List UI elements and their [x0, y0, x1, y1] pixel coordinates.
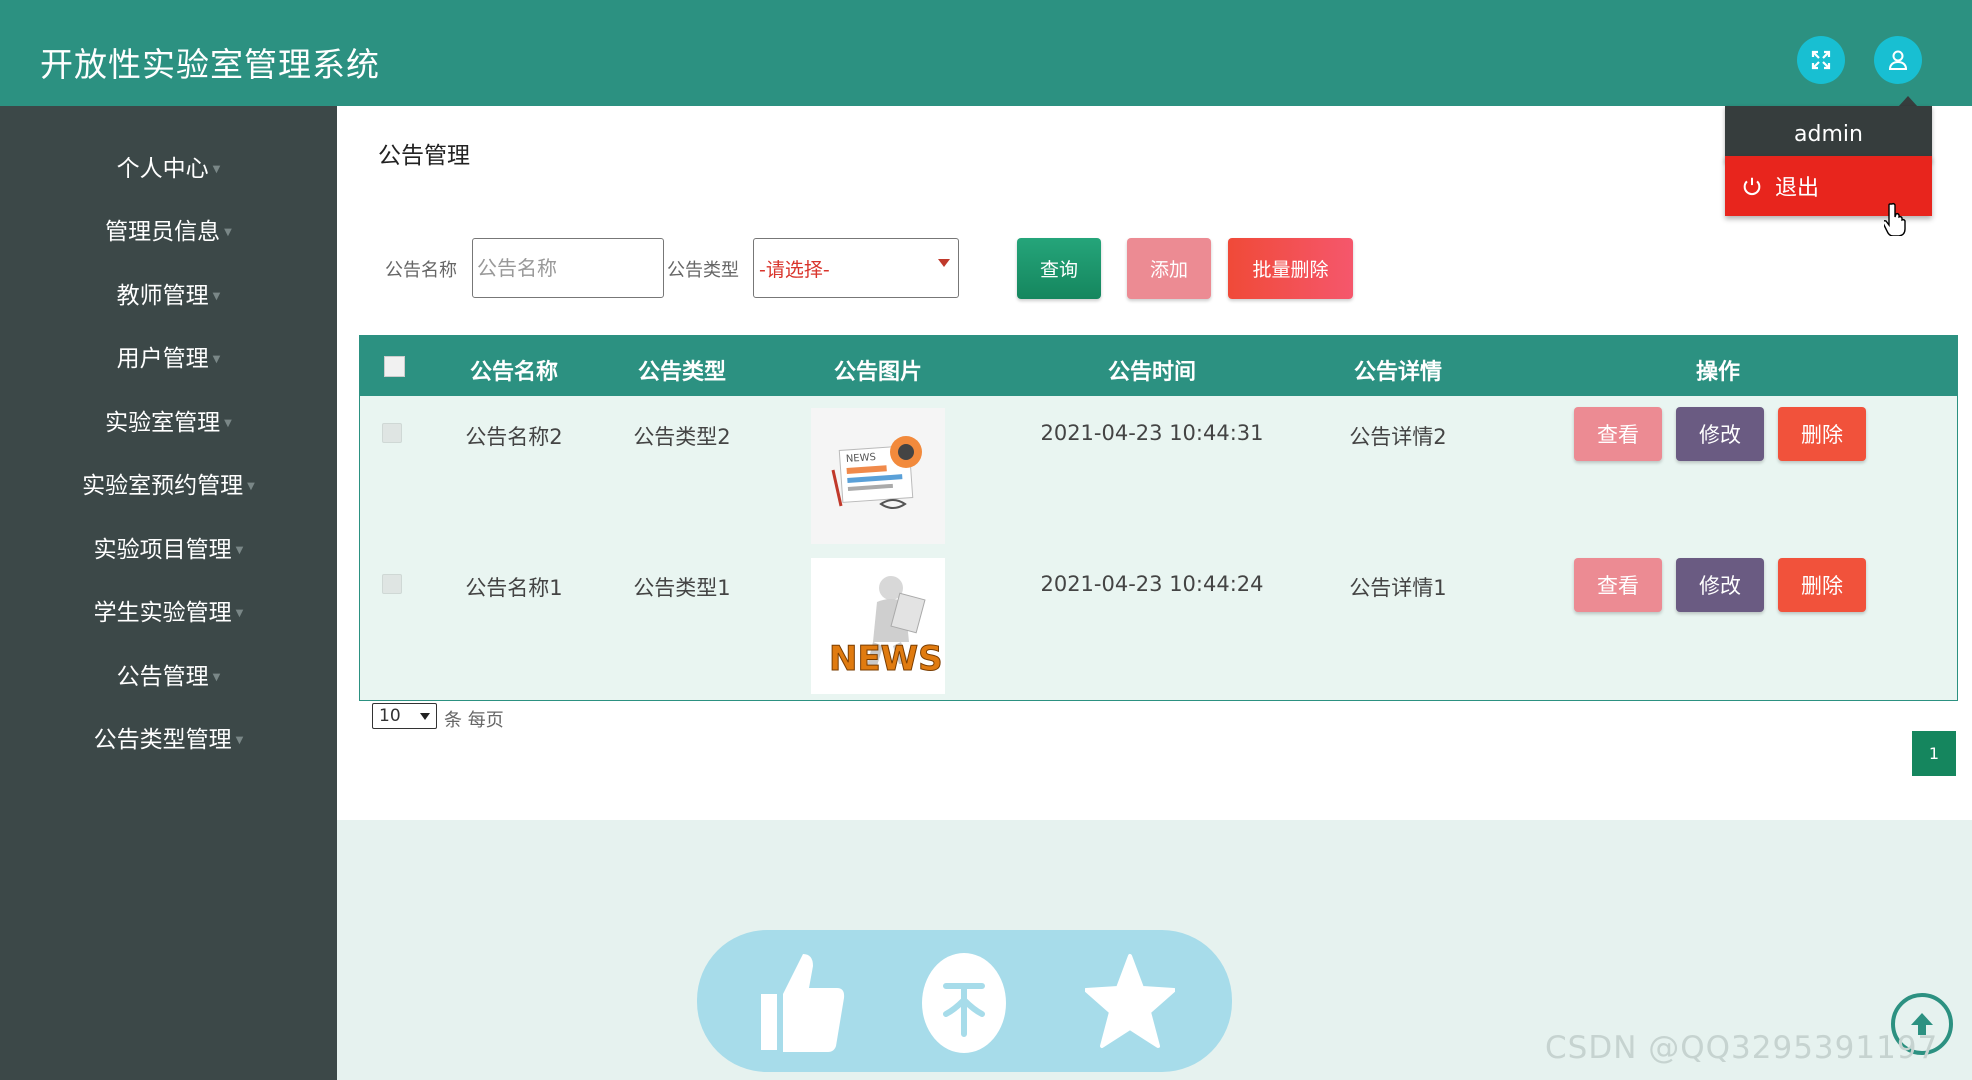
name-search-label: 公告名称: [385, 260, 457, 281]
sidebar-item-label: 公告类型管理: [93, 727, 232, 753]
favorite-button[interactable]: [1080, 948, 1180, 1058]
fullscreen-button[interactable]: [1797, 36, 1845, 84]
sidebar-item-label: 个人中心: [116, 156, 209, 182]
caret-down-icon: ▼: [212, 290, 221, 302]
column-header: 公告详情: [1353, 360, 1443, 385]
sidebar-item-admin-info[interactable]: 管理员信息 ▼: [0, 205, 337, 253]
cell-detail: 公告详情1: [1349, 576, 1447, 600]
column-header: 公告图片: [833, 360, 923, 385]
select-all-checkbox[interactable]: [384, 356, 405, 377]
svg-text:NEWS: NEWS: [829, 639, 943, 679]
power-icon: [1741, 175, 1763, 197]
top-header: 开放性实验室管理系统: [0, 0, 1972, 106]
edit-button[interactable]: 修改: [1676, 407, 1764, 461]
batch-delete-button[interactable]: 批量删除: [1228, 238, 1353, 299]
sidebar-item-label: 实验项目管理: [93, 537, 232, 563]
sidebar-item-label: 用户管理: [116, 346, 209, 372]
app-title: 开放性实验室管理系统: [40, 45, 380, 84]
thumbs-up-button[interactable]: [750, 948, 850, 1058]
news-figure-icon: NEWS: [811, 558, 945, 694]
sidebar-item-users[interactable]: 用户管理 ▼: [0, 332, 337, 380]
star-icon: [1085, 954, 1175, 1048]
caret-down-icon: ▼: [212, 353, 221, 365]
page-number-button[interactable]: 1: [1912, 731, 1956, 776]
cell-detail: 公告详情2: [1349, 425, 1447, 449]
watermark: CSDN @QQ3295391197: [1545, 1030, 1939, 1066]
row-checkbox[interactable]: [382, 574, 402, 594]
fullscreen-icon: [1811, 50, 1831, 70]
sidebar-item-label: 学生实验管理: [93, 600, 232, 626]
row-checkbox[interactable]: [382, 423, 402, 443]
cell-name: 公告名称1: [465, 576, 563, 600]
delete-button[interactable]: 删除: [1778, 558, 1866, 612]
user-menu-button[interactable]: [1874, 36, 1922, 84]
type-select[interactable]: -请选择-: [753, 238, 959, 298]
sidebar-item-label: 实验室管理: [105, 410, 221, 436]
page-size-select[interactable]: 10: [372, 703, 437, 729]
column-header: 公告时间: [1107, 360, 1197, 385]
page-title: 公告管理: [378, 143, 470, 169]
announcement-table: 公告名称 公告类型 公告图片 公告时间 公告详情 操作 公告名称2 公告类型2 …: [359, 335, 1958, 701]
sidebar-item-lab-projects[interactable]: 实验项目管理 ▼: [0, 523, 337, 571]
floating-action-bar: [697, 930, 1232, 1072]
logout-label: 退出: [1775, 176, 1820, 201]
column-header: 公告类型: [637, 360, 727, 385]
cell-time: 2021-04-23 10:44:31: [1040, 421, 1264, 445]
coin-icon: [922, 953, 1006, 1053]
view-button[interactable]: 查看: [1574, 558, 1662, 612]
column-header: 操作: [1695, 360, 1741, 385]
sidebar: 个人中心 ▼ 管理员信息 ▼ 教师管理 ▼ 用户管理 ▼ 实验室管理 ▼ 实验室预约管理 ▼…: [0, 106, 337, 1080]
sidebar-item-teachers[interactable]: 教师管理 ▼: [0, 269, 337, 317]
caret-down-icon: ▼: [235, 607, 244, 619]
sidebar-item-label: 公告管理: [116, 664, 209, 690]
caret-down-icon: ▼: [247, 480, 255, 492]
cell-name: 公告名称2: [465, 425, 563, 449]
sidebar-item-label: 教师管理: [116, 283, 209, 309]
user-dropdown: admin 退出: [1725, 96, 1932, 216]
username-label: admin: [1725, 106, 1932, 162]
user-icon: [1888, 50, 1908, 70]
query-button[interactable]: 查询: [1017, 238, 1101, 299]
newspaper-icon: NEWS: [811, 408, 945, 544]
caret-down-icon: ▼: [224, 417, 232, 429]
caret-down-icon: ▼: [235, 544, 244, 556]
svg-text:NEWS: NEWS: [846, 452, 877, 465]
view-button[interactable]: 查看: [1574, 407, 1662, 461]
page-size-value: 10: [379, 706, 401, 726]
name-search-input[interactable]: [472, 238, 664, 298]
cell-type: 公告类型2: [633, 425, 731, 449]
chevron-down-icon: [420, 713, 430, 720]
sidebar-item-announcements[interactable]: 公告管理 ▼: [0, 650, 337, 698]
cell-time: 2021-04-23 10:44:24: [1040, 572, 1264, 596]
thumbs-up-icon: [761, 954, 845, 1052]
sidebar-item-lab-reservations[interactable]: 实验室预约管理 ▼: [0, 459, 337, 507]
table-header: 公告名称 公告类型 公告图片 公告时间 公告详情 操作: [360, 336, 1957, 396]
cell-image: NEWS: [811, 408, 945, 544]
caret-down-icon: ▼: [212, 671, 221, 683]
caret-down-icon: ▼: [212, 163, 221, 175]
chevron-down-icon: [938, 259, 950, 267]
caret-down-icon: ▼: [235, 734, 244, 746]
sidebar-item-student-experiments[interactable]: 学生实验管理 ▼: [0, 586, 337, 634]
sidebar-item-label: 实验室预约管理: [82, 473, 244, 499]
delete-button[interactable]: 删除: [1778, 407, 1866, 461]
sidebar-item-personal-center[interactable]: 个人中心 ▼: [0, 142, 337, 190]
cell-image: NEWS: [811, 558, 945, 694]
column-header: 公告名称: [469, 360, 559, 385]
sidebar-item-label: 管理员信息: [105, 219, 221, 245]
sidebar-item-labs[interactable]: 实验室管理 ▼: [0, 396, 337, 444]
per-page-label: 条 每页: [444, 710, 504, 731]
add-button[interactable]: 添加: [1127, 238, 1211, 299]
hand-cursor-icon: [1882, 202, 1910, 240]
edit-button[interactable]: 修改: [1676, 558, 1764, 612]
caret-down-icon: ▼: [224, 226, 232, 238]
sidebar-item-announcement-types[interactable]: 公告类型管理 ▼: [0, 713, 337, 761]
cell-type: 公告类型1: [633, 576, 731, 600]
type-search-label: 公告类型: [667, 260, 739, 281]
coin-button[interactable]: [914, 948, 1014, 1058]
type-select-value: -请选择-: [759, 258, 830, 281]
